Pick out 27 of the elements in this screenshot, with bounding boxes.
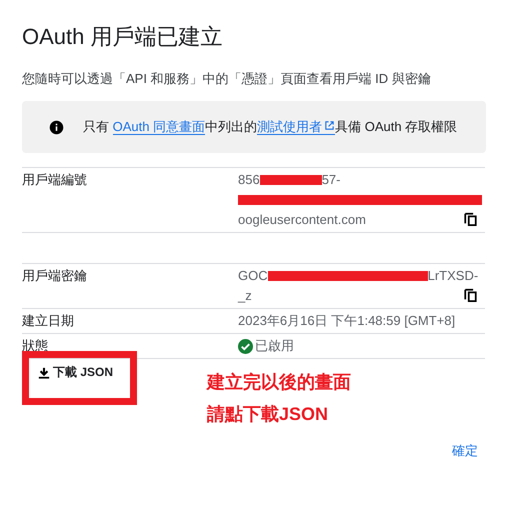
consent-screen-link[interactable]: OAuth 同意畫面	[112, 119, 206, 135]
status-text: 已啟用	[255, 337, 294, 355]
field-value: 2023年6月16日 下午1:48:59 [GMT+8]	[238, 312, 456, 330]
field-value: LrTXSD-	[428, 267, 478, 285]
redaction-bar	[260, 175, 322, 185]
field-label: 用戶端編號	[22, 171, 88, 189]
field-value: 57-	[322, 171, 340, 189]
field-value: 856	[238, 171, 260, 189]
copy-icon[interactable]	[464, 212, 477, 226]
field-value: _z	[238, 287, 252, 305]
field-label: 狀態	[22, 337, 49, 355]
external-link-icon[interactable]	[324, 120, 336, 131]
download-json-button[interactable]: 下載 JSON	[29, 358, 114, 381]
test-users-link[interactable]: 測試使用者	[257, 119, 336, 135]
dialog-title: OAuth 用戶端已建立	[22, 24, 224, 50]
field-label: 用戶端密鑰	[22, 267, 88, 285]
info-icon	[49, 120, 64, 134]
field-value: GOC	[238, 267, 268, 285]
copy-icon[interactable]	[464, 288, 477, 302]
confirm-button[interactable]: 確定	[448, 438, 482, 464]
notice-text: 只有 OAuth 同意畫面中列出的測試使用者 具備 OAuth 存取權限	[83, 118, 458, 136]
annotation-text: 建立完以後的畫面	[207, 371, 351, 394]
field-value: oogleusercontent.com	[238, 211, 366, 229]
field-label: 建立日期	[22, 312, 75, 330]
annotation-text: 請點下載JSON	[207, 403, 330, 426]
download-icon	[38, 366, 50, 378]
description: 您隨時可以透過「API 和服務」中的「憑證」頁面查看用戶端 ID 與密鑰	[22, 70, 432, 88]
